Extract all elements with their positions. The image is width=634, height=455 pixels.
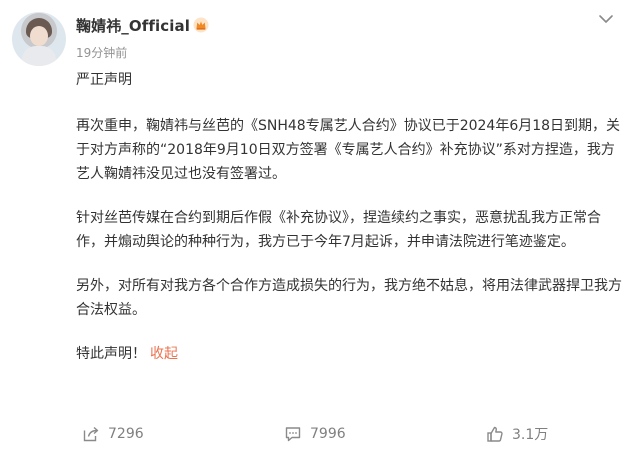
post-paragraph-1: 再次重申，鞠婧祎与丝芭的《SNH48专属艺人合约》协议已于2024年6月18日到… (76, 118, 621, 182)
post-timestamp[interactable]: 19分钟前 (76, 44, 127, 61)
comment-button[interactable]: 7996 (284, 420, 346, 448)
avatar[interactable] (12, 12, 66, 66)
thumbs-up-icon (487, 426, 503, 442)
username[interactable]: 鞠婧祎_Official (76, 15, 190, 36)
avatar-face (30, 26, 48, 46)
post-paragraph-2: 针对丝芭传媒在合约到期后作假《补充协议》，捏造续约之事实，恶意扰乱我方正常合作，… (76, 210, 601, 250)
collapse-link[interactable]: 收起 (150, 346, 178, 362)
comment-count: 7996 (310, 426, 346, 442)
chevron-down-icon[interactable] (597, 12, 615, 26)
post-content: 严正声明 再次重申，鞠婧祎与丝芭的《SNH48专属艺人合约》协议已于2024年6… (76, 68, 626, 366)
share-button[interactable]: 7296 (82, 420, 144, 448)
like-button[interactable]: 3.1万 (486, 420, 548, 448)
post-paragraph-3: 另外，对所有对我方各个合作方造成损失的行为，我方绝不姑息，将用法律武器捍卫我方合… (76, 278, 622, 318)
share-icon (83, 426, 99, 442)
comment-icon (285, 427, 301, 442)
weibo-post-card: 鞠婧祎_Official 19分钟前 严正声明 再次重申，鞠婧祎与丝芭的《SNH… (0, 0, 634, 455)
author-row: 鞠婧祎_Official (76, 14, 209, 36)
avatar-body (22, 46, 56, 66)
post-closing: 特此声明！ (76, 346, 146, 362)
action-bar: 7296 7996 3.1万 (0, 420, 634, 448)
post-closing-line: 特此声明！ 收起 (76, 342, 626, 366)
crown-icon (193, 17, 209, 33)
post-title: 严正声明 (76, 72, 132, 88)
share-count: 7296 (108, 426, 144, 442)
like-count: 3.1万 (512, 427, 549, 443)
